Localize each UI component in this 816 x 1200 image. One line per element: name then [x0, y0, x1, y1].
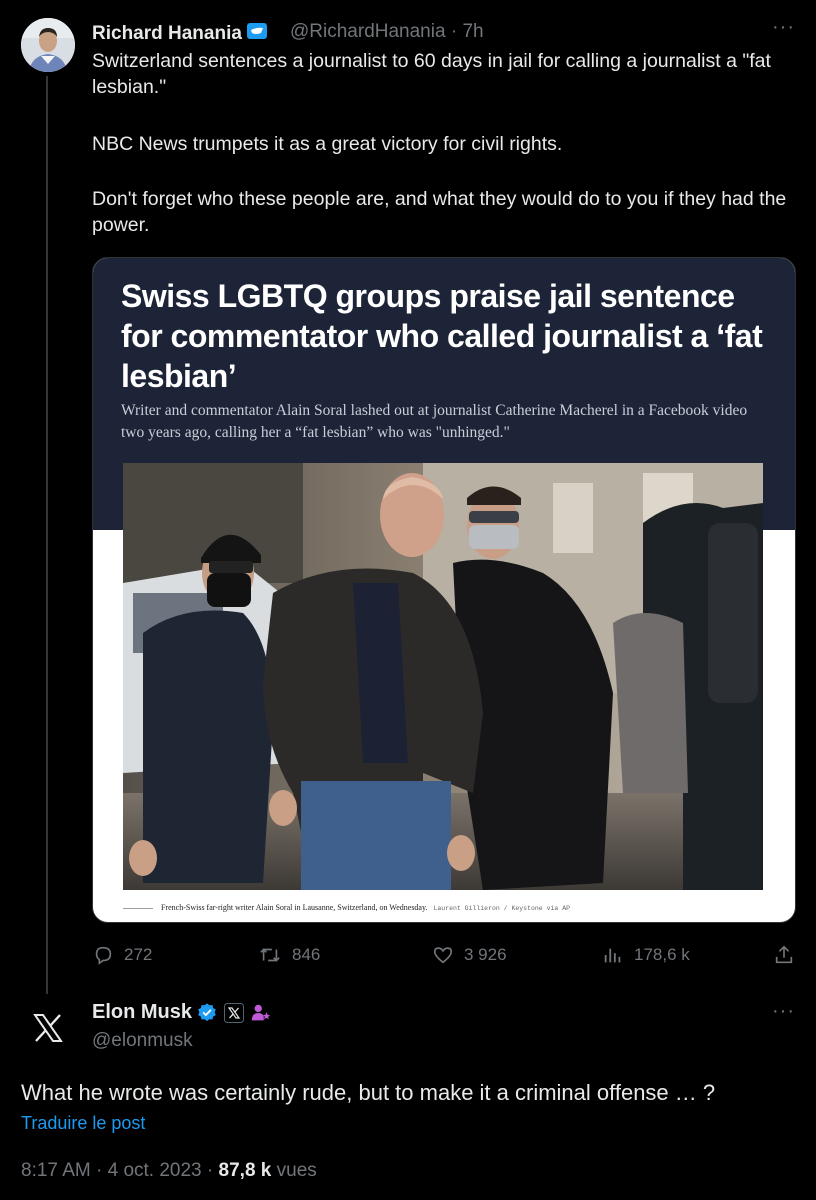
translate-link[interactable]: Traduire le post [21, 1113, 145, 1134]
like-icon [433, 947, 453, 964]
share-button[interactable] [773, 944, 805, 966]
avatar-photo [21, 18, 75, 72]
views-count: 178,6 k [634, 945, 690, 964]
profile-badge-icon [251, 1004, 271, 1020]
reply-icon [95, 946, 112, 965]
caption-rule [123, 908, 153, 909]
photo-caption: French-Swiss far-right writer Alain Sora… [161, 903, 570, 912]
retweet-count: 846 [292, 945, 321, 964]
avatar[interactable] [21, 1001, 75, 1055]
street-photo-illustration [123, 463, 763, 890]
reply-views-label: vues [276, 1160, 317, 1181]
reply-meta: 8:17 AM · 4 oct. 2023 · 87,8 k vues [21, 1160, 317, 1182]
like-count: 3 926 [464, 945, 507, 964]
article-headline: Swiss LGBTQ groups praise jail sentence … [121, 278, 763, 394]
more-icon[interactable]: ··· [772, 1000, 795, 1023]
reply-author-handle[interactable]: @elonmusk [92, 1030, 193, 1052]
separator-dot: · [206, 1160, 214, 1181]
reply-count: 272 [124, 945, 153, 964]
views-button[interactable]: 178,6 k [602, 944, 690, 966]
tweet-text-line: Don't forget who these people are, and w… [92, 188, 787, 236]
verified-badge-icon [246, 20, 268, 48]
tweet-age[interactable]: 7h [462, 21, 483, 42]
reply-time[interactable]: 8:17 AM [21, 1160, 91, 1181]
author-handle[interactable]: @RichardHanania [290, 21, 446, 42]
affiliate-badge-icon[interactable] [224, 1002, 245, 1023]
media-card[interactable]: Swiss LGBTQ groups praise jail sentence … [92, 257, 796, 923]
thread-line [46, 76, 48, 994]
reply-views-count: 87,8 k [218, 1160, 272, 1181]
tweet-text-paragraph-2: NBC News trumpets it as a great victory … [92, 131, 802, 157]
author-handle-and-time[interactable]: @RichardHanania · 7h [290, 21, 484, 43]
verified-badge-icon [198, 1002, 216, 1021]
author-name-text[interactable]: Richard Hanania [92, 23, 242, 44]
avatar[interactable] [21, 18, 75, 72]
reply-button[interactable]: 272 [92, 944, 152, 966]
tweet-text-line: NBC News trumpets it as a great victory … [92, 133, 563, 155]
photo-credit: Laurent Gillieron / Keystone via AP [433, 905, 570, 912]
reply-date[interactable]: 4 oct. 2023 [108, 1160, 202, 1181]
share-icon [775, 945, 793, 964]
author-name[interactable]: Richard Hanania [92, 20, 268, 48]
like-button[interactable]: 3 926 [432, 944, 507, 966]
reply-author-name-text[interactable]: Elon Musk [92, 1001, 192, 1024]
separator-dot: · [96, 1160, 103, 1181]
tweet-text-paragraph-3: Don't forget who these people are, and w… [92, 186, 792, 238]
tweet-text-paragraph-1: Switzerland sentences a journalist to 60… [92, 48, 802, 100]
caption-text: French-Swiss far-right writer Alain Sora… [161, 903, 428, 912]
reply-text: What he wrote was certainly rude, but to… [21, 1080, 716, 1105]
more-icon[interactable]: ··· [772, 16, 795, 39]
separator-dot: · [450, 21, 458, 42]
tweet-text-line: Switzerland sentences a journalist to 60… [92, 50, 771, 98]
x-logo-icon [33, 1014, 63, 1042]
retweet-button[interactable]: 846 [258, 944, 320, 966]
reply-author-name[interactable]: Elon Musk [92, 1001, 272, 1024]
article-photo[interactable] [123, 463, 763, 890]
retweet-icon [260, 948, 280, 962]
views-icon [604, 948, 621, 963]
article-dek: Writer and commentator Alain Soral lashe… [121, 402, 748, 441]
